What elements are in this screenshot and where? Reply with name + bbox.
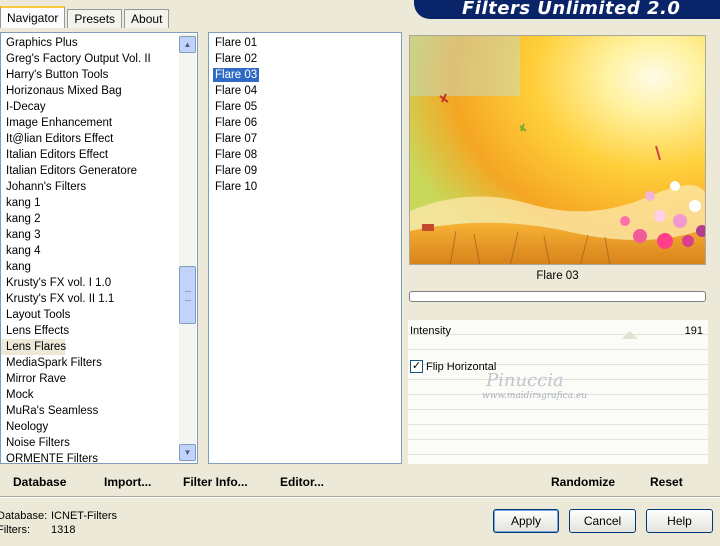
editor-link[interactable]: Editor... xyxy=(280,475,324,489)
category-item[interactable]: Italian Editors Effect xyxy=(1,147,197,163)
category-item[interactable]: Noise Filters xyxy=(1,435,197,451)
category-list[interactable]: Graphics Plus Greg's Factory Output Vol. … xyxy=(0,32,198,467)
filter-item[interactable]: Flare 03 xyxy=(209,67,401,83)
filter-item[interactable]: Flare 05 xyxy=(209,99,401,115)
category-item[interactable]: I-Decay xyxy=(1,99,197,115)
category-item[interactable]: Graphics Plus xyxy=(1,35,197,51)
filter-items: Flare 01 Flare 02 Flare 03 Flare 04 Flare 05… xyxy=(209,33,401,195)
category-item[interactable]: Italian Editors Generatore xyxy=(1,163,197,179)
scroll-up-button[interactable]: ▲ xyxy=(179,36,196,53)
preview-artwork xyxy=(410,36,705,264)
tab-presets[interactable]: Presets xyxy=(67,9,123,28)
intensity-slider[interactable] xyxy=(622,331,638,339)
category-item[interactable]: Layout Tools xyxy=(1,307,197,323)
filter-item-label: Flare 01 xyxy=(215,37,258,49)
flip-horizontal-checkbox[interactable]: ✓ xyxy=(410,360,423,373)
scroll-thumb[interactable] xyxy=(179,266,196,324)
database-info-label: Database: xyxy=(0,510,48,522)
filter-item[interactable]: Flare 07 xyxy=(209,131,401,147)
apply-button[interactable]: Apply xyxy=(493,509,559,533)
progress-bar xyxy=(409,291,706,302)
filter-item-label: Flare 02 xyxy=(215,53,258,65)
reset-link[interactable]: Reset xyxy=(650,475,683,489)
filter-info-link[interactable]: Filter Info... xyxy=(183,475,248,489)
category-item[interactable]: kang 2 xyxy=(1,211,197,227)
scroll-down-button[interactable]: ▼ xyxy=(179,444,196,461)
filter-item[interactable]: Flare 02 xyxy=(209,51,401,67)
filter-item-label: Flare 06 xyxy=(215,117,258,129)
check-icon: ✓ xyxy=(411,360,422,372)
preview-label: Flare 03 xyxy=(536,270,579,282)
help-button[interactable]: Help xyxy=(646,509,713,533)
category-item[interactable]: Krusty's FX vol. II 1.1 xyxy=(1,291,197,307)
randomize-link[interactable]: Randomize xyxy=(551,475,615,489)
watermark-name: Pinuccia xyxy=(486,370,564,391)
category-item[interactable]: Mirror Rave xyxy=(1,371,197,387)
category-item[interactable]: kang 1 xyxy=(1,195,197,211)
intensity-value: 191 xyxy=(684,325,703,337)
app-title: Filters Unlimited 2.0 xyxy=(462,0,681,19)
category-item[interactable]: It@lian Editors Effect xyxy=(1,131,197,147)
filter-item[interactable]: Flare 09 xyxy=(209,163,401,179)
category-item[interactable]: Krusty's FX vol. I 1.0 xyxy=(1,275,197,291)
database-info-value: ICNET-Filters xyxy=(51,510,117,522)
tab-strip: Navigator Presets About xyxy=(0,6,171,28)
category-items: Graphics Plus Greg's Factory Output Vol. … xyxy=(1,33,197,467)
category-item[interactable]: Harry's Button Tools xyxy=(1,67,197,83)
category-item[interactable]: kang 3 xyxy=(1,227,197,243)
intensity-label: Intensity xyxy=(410,325,451,337)
watermark: Pinuccia www.maidirsgrafica.eu xyxy=(432,370,587,401)
filter-item-label: Flare 07 xyxy=(215,133,258,145)
filter-item-label: Flare 03 xyxy=(211,67,261,83)
filter-item[interactable]: Flare 08 xyxy=(209,147,401,163)
chevron-up-icon: ▲ xyxy=(183,40,192,49)
category-item[interactable]: Lens Effects xyxy=(1,323,197,339)
database-link[interactable]: Database xyxy=(13,475,66,489)
category-item[interactable]: MediaSpark Filters xyxy=(1,355,197,371)
action-links: Database Import... Filter Info... Editor… xyxy=(0,466,404,494)
category-item[interactable]: Greg's Factory Output Vol. II xyxy=(1,51,197,67)
filter-item[interactable]: Flare 10 xyxy=(209,179,401,195)
filter-item-label: Flare 08 xyxy=(215,149,258,161)
category-item[interactable]: Johann's Filters xyxy=(1,179,197,195)
category-item[interactable]: MuRa's Seamless xyxy=(1,403,197,419)
category-item[interactable]: Image Enhancement xyxy=(1,115,197,131)
category-item[interactable]: kang xyxy=(1,259,197,275)
tab-about[interactable]: About xyxy=(124,9,170,28)
category-item[interactable]: Neology xyxy=(1,419,197,435)
filter-item[interactable]: Flare 06 xyxy=(209,115,401,131)
filter-item-label: Flare 10 xyxy=(215,181,258,193)
cancel-button[interactable]: Cancel xyxy=(569,509,636,533)
preview-image xyxy=(409,35,706,265)
category-item[interactable]: Horizonaus Mixed Bag xyxy=(1,83,197,99)
filter-item-label: Flare 05 xyxy=(215,101,258,113)
separator xyxy=(0,496,720,498)
import-link[interactable]: Import... xyxy=(104,475,151,489)
watermark-site: www.maidirsgrafica.eu xyxy=(482,391,588,401)
category-scrollbar[interactable]: ▲ ▼ xyxy=(179,34,196,462)
tab-navigator[interactable]: Navigator xyxy=(0,6,66,28)
filter-item[interactable]: Flare 04 xyxy=(209,83,401,99)
category-item[interactable]: ORMENTE Filters xyxy=(1,451,197,467)
category-item[interactable]: Lens Flares xyxy=(1,339,66,355)
filters-info-value: 1318 xyxy=(51,524,76,536)
category-item[interactable]: kang 4 xyxy=(1,243,197,259)
category-item[interactable]: Mock xyxy=(1,387,197,403)
filter-list[interactable]: Flare 01 Flare 02 Flare 03 Flare 04 Flare 05… xyxy=(208,32,402,464)
chevron-down-icon: ▼ xyxy=(183,448,192,457)
filter-item-label: Flare 04 xyxy=(215,85,258,97)
filters-info-label: Filters: xyxy=(0,524,30,536)
filter-item-label: Flare 09 xyxy=(215,165,258,177)
filter-item[interactable]: Flare 01 xyxy=(209,35,401,51)
